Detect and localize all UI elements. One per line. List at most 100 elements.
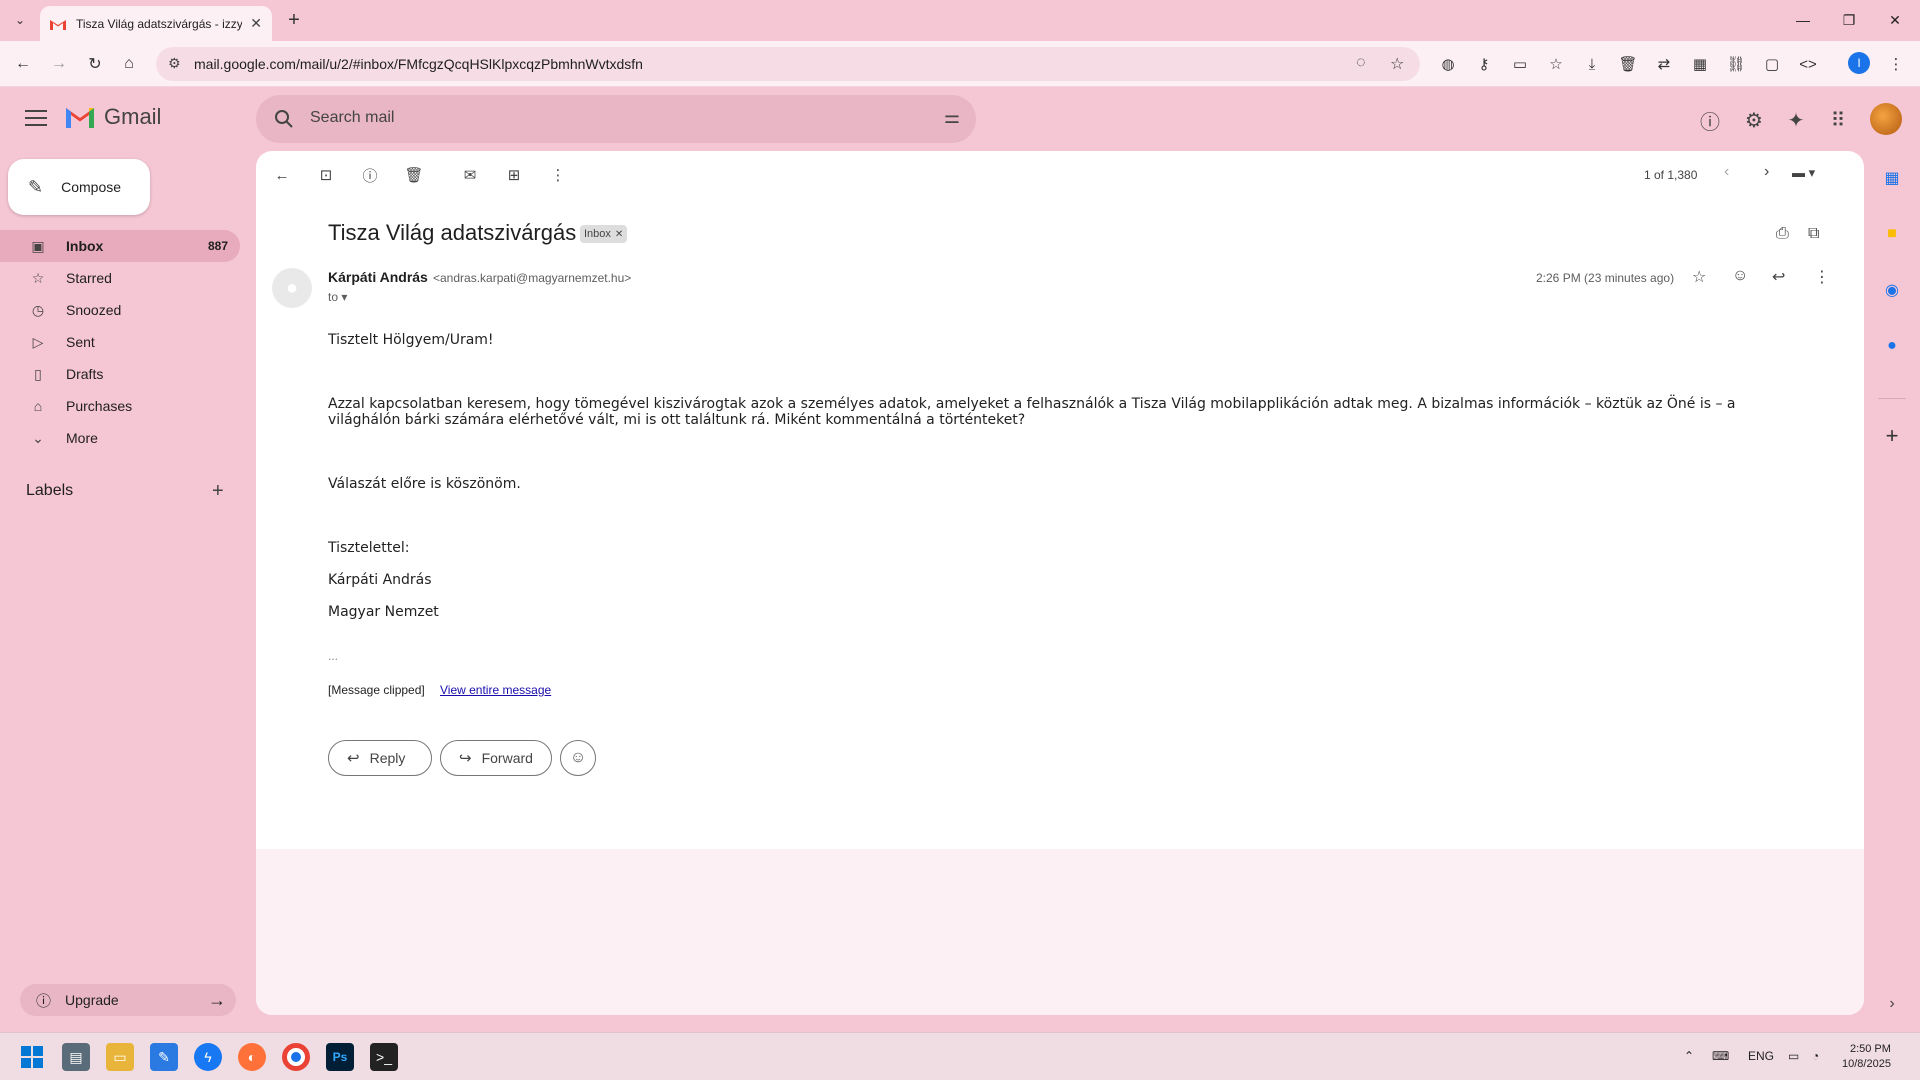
pagination-text: 1 of 1,380 [1644, 168, 1698, 182]
show-trimmed-content[interactable]: ... [328, 649, 338, 663]
paint-icon[interactable]: ✎ [150, 1043, 178, 1071]
sidebar-item-sent[interactable]: ▷ Sent [0, 326, 240, 358]
gemini-sparkle-icon[interactable]: ✦ [1782, 106, 1810, 134]
star-message-icon[interactable]: ☆ [1692, 267, 1706, 287]
new-tab-button[interactable]: + [282, 8, 306, 32]
gmail-logo[interactable]: Gmail [64, 104, 161, 130]
search-icon[interactable] [272, 107, 296, 131]
archive-icon[interactable]: ⊡ [314, 163, 338, 187]
devices-icon[interactable]: ▢ [1760, 52, 1784, 76]
bookmark-star-icon[interactable]: ☆ [1390, 54, 1404, 74]
terminal-icon[interactable]: >_ [370, 1043, 398, 1071]
input-tools-icon[interactable]: ▬ ▾ [1792, 165, 1815, 181]
move-to-icon[interactable]: ⊞ [502, 163, 526, 187]
search-input[interactable]: Search mail [310, 109, 394, 127]
incognito-icon[interactable]: ◍ [1436, 52, 1460, 76]
more-actions-icon[interactable]: ⋮ [546, 163, 570, 187]
sidebar-item-inbox[interactable]: ▣ Inbox 887 [0, 230, 240, 262]
browser-profile-avatar[interactable]: I [1848, 52, 1870, 74]
upgrade-button[interactable]: ⓘ Upgrade → [20, 984, 236, 1016]
card-icon[interactable]: ▭ [1508, 52, 1532, 76]
contacts-icon[interactable]: ● [1880, 334, 1904, 358]
reply-icon[interactable]: ↩ [1772, 267, 1785, 287]
sidebar-item-snoozed[interactable]: ◷ Snoozed [0, 294, 240, 326]
sidebar-item-more[interactable]: ⌄ More [0, 422, 240, 454]
taskbar-clock[interactable]: 2:50 PM 10/8/2025 [1842, 1042, 1891, 1072]
restore-button[interactable]: ❐ [1826, 6, 1872, 34]
search-options-icon[interactable]: ⚌ [944, 107, 960, 128]
link-icon[interactable]: ⛓ [1724, 52, 1748, 76]
gmail-favicon-icon [50, 19, 66, 30]
file-explorer-icon[interactable]: ▭ [106, 1043, 134, 1071]
add-reaction-icon[interactable]: ☺ [1732, 267, 1748, 285]
sidebar-item-starred[interactable]: ☆ Starred [0, 262, 240, 294]
volume-icon[interactable]: ◔ [1812, 1049, 1819, 1063]
show-side-panel-icon[interactable]: › [1880, 992, 1904, 1016]
firefox-icon[interactable]: ◐ [238, 1043, 266, 1071]
newer-chevron-left-icon[interactable]: ‹ [1724, 163, 1729, 181]
network-icon[interactable]: ▭ [1788, 1049, 1799, 1063]
trash-ext-icon[interactable]: 🗑 [1616, 52, 1640, 76]
sender-name[interactable]: Kárpáti András [328, 269, 428, 285]
compose-button[interactable]: ✎ Compose [8, 159, 150, 215]
help-icon[interactable]: ⓘ [1696, 106, 1724, 134]
older-chevron-right-icon[interactable]: › [1764, 163, 1769, 181]
email-timestamp: 2:26 PM (23 minutes ago) [1536, 271, 1675, 285]
language-indicator[interactable]: ENG [1748, 1049, 1774, 1063]
tab-close-icon[interactable]: ✕ [250, 15, 262, 32]
gmail-wordmark: Gmail [104, 104, 162, 129]
messenger-icon[interactable]: ϟ [194, 1043, 222, 1071]
forward-button[interactable]: ↪ Forward [440, 740, 552, 776]
browser-menu-icon[interactable]: ⋮ [1884, 52, 1908, 76]
windows-start-icon[interactable] [18, 1043, 46, 1071]
keyboard-icon[interactable]: ⌨ [1712, 1049, 1729, 1063]
photoshop-icon[interactable]: Ps [326, 1043, 354, 1071]
tasks-icon[interactable]: ◉ [1880, 278, 1904, 302]
reload-button[interactable]: ↻ [82, 51, 108, 77]
recipients-toggle[interactable]: to ▾ [328, 290, 347, 304]
gmail-m-icon [66, 108, 94, 128]
delete-icon[interactable]: 🗑 [402, 163, 426, 187]
print-icon[interactable]: ⎙ [1776, 225, 1789, 243]
sidebar-item-drafts[interactable]: ▯ Drafts [0, 358, 240, 390]
qr-icon[interactable]: ▦ [1688, 52, 1712, 76]
open-new-window-icon[interactable]: ⧉ [1808, 225, 1819, 243]
apps-grid-icon[interactable]: ⠿ [1824, 106, 1852, 134]
tray-chevron-up-icon[interactable]: ⌃ [1684, 1049, 1694, 1063]
keep-icon[interactable]: ■ [1880, 222, 1904, 246]
add-label-icon[interactable]: + [212, 480, 224, 503]
eye-slash-icon[interactable]: ◌ [1356, 54, 1366, 72]
close-window-button[interactable]: ✕ [1872, 6, 1918, 34]
home-button[interactable]: ⌂ [116, 51, 142, 77]
tab-title: Tisza Világ adatszivárgás - izzy [76, 16, 243, 31]
reply-button[interactable]: ↩ Reply [328, 740, 432, 776]
code-icon[interactable]: <> [1796, 52, 1820, 76]
download-icon[interactable]: ⤓ [1580, 52, 1604, 76]
main-menu-icon[interactable] [22, 106, 50, 130]
back-to-inbox-icon[interactable]: ← [270, 163, 294, 187]
chrome-icon[interactable] [282, 1043, 310, 1071]
calendar-icon[interactable]: ▦ [1880, 166, 1904, 190]
get-addons-icon[interactable]: + [1880, 423, 1904, 448]
bookmarks-icon[interactable]: ☆ [1544, 52, 1568, 76]
translate-icon[interactable]: ⇄ [1652, 52, 1676, 76]
settings-gear-icon[interactable]: ⚙ [1740, 106, 1768, 134]
account-avatar[interactable] [1870, 103, 1902, 135]
tab-search-chevron-icon[interactable]: ⌄ [8, 8, 32, 32]
forward-button[interactable]: → [46, 51, 72, 77]
address-bar[interactable]: ⚙ mail.google.com/mail/u/2/#inbox/FMfcgz… [156, 47, 1420, 81]
search-bar[interactable]: Search mail ⚌ [256, 95, 976, 143]
back-button[interactable]: ← [10, 51, 36, 77]
mark-unread-icon[interactable]: ✉ [458, 163, 482, 187]
calculator-icon[interactable]: ▤ [62, 1043, 90, 1071]
remove-label-icon[interactable]: ✕ [615, 229, 623, 240]
view-entire-message-link[interactable]: View entire message [440, 683, 551, 697]
site-info-icon[interactable]: ⚙ [168, 55, 181, 72]
message-more-icon[interactable]: ⋮ [1814, 267, 1830, 287]
minimize-button[interactable]: — [1780, 6, 1826, 34]
key-icon[interactable]: ⚷ [1472, 52, 1496, 76]
browser-tab-active[interactable]: Tisza Világ adatszivárgás - izzy ✕ [40, 6, 272, 41]
report-spam-icon[interactable]: ⓘ [358, 163, 382, 187]
sidebar-item-purchases[interactable]: ⌂ Purchases [0, 390, 240, 422]
emoji-reaction-button[interactable]: ☺ [560, 740, 596, 776]
